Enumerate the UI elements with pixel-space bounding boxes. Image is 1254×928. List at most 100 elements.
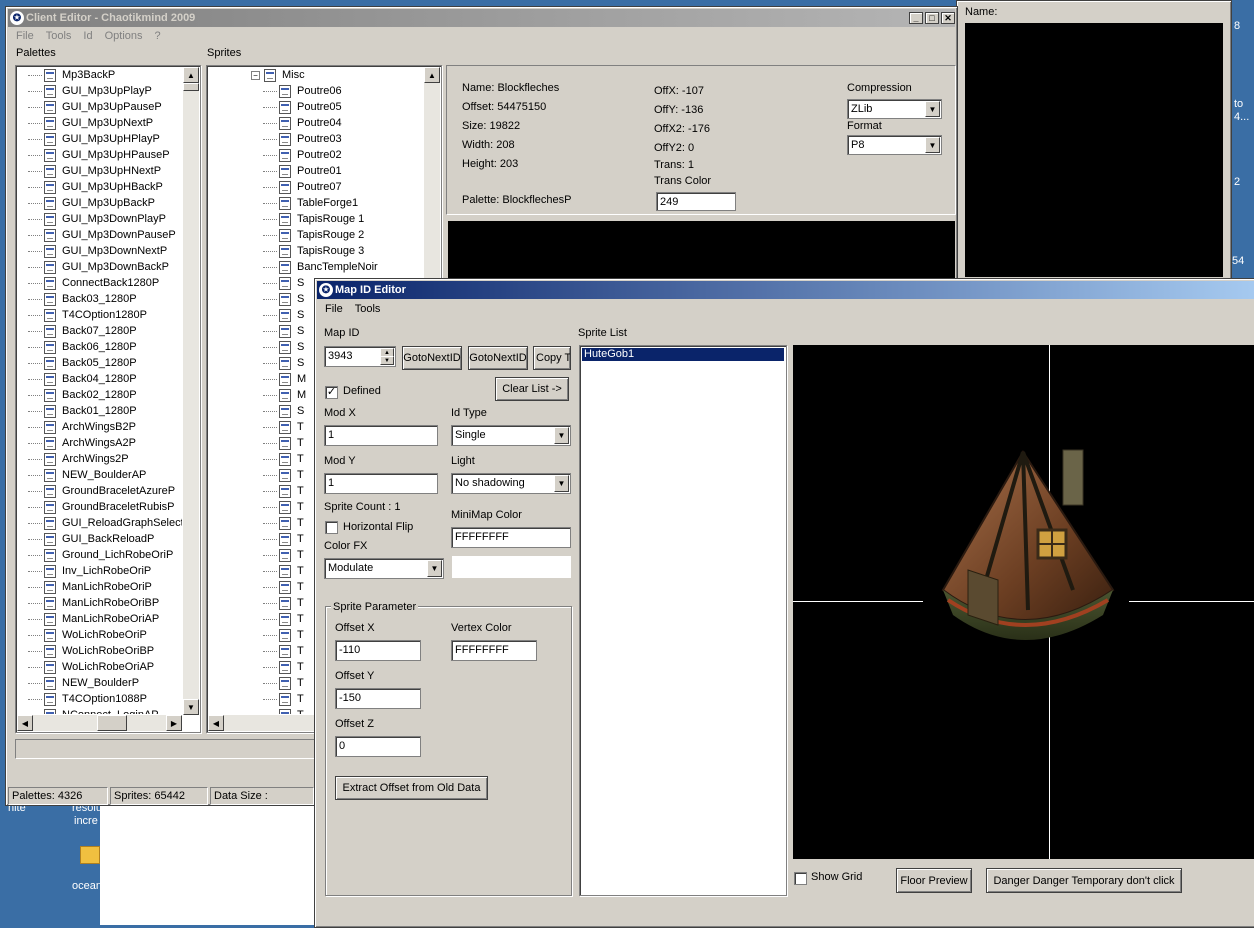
minimize-icon[interactable]: _: [909, 12, 923, 24]
folder-icon[interactable]: [80, 846, 100, 864]
palette-item[interactable]: GUI_Mp3UpHNextP: [28, 163, 161, 179]
menu-file[interactable]: File: [10, 30, 40, 42]
maximize-icon[interactable]: □: [925, 12, 939, 24]
sprite-item[interactable]: BancTempleNoir: [263, 259, 378, 275]
sprite-item[interactable]: T: [263, 467, 304, 483]
sprite-item[interactable]: Poutre06: [263, 83, 342, 99]
palette-item[interactable]: GUI_Mp3UpBackP: [28, 195, 155, 211]
palette-item[interactable]: ManLichRobeOriP: [28, 579, 152, 595]
palette-item[interactable]: GUI_Mp3UpPlayP: [28, 83, 152, 99]
sprite-item[interactable]: TapisRouge 3: [263, 243, 364, 259]
sprite-item[interactable]: S: [263, 339, 304, 355]
goto-next-id-button-2[interactable]: GotoNextID: [468, 346, 528, 370]
sprite-item[interactable]: T: [263, 547, 304, 563]
sprite-item[interactable]: Poutre05: [263, 99, 342, 115]
sprite-item[interactable]: M: [263, 387, 306, 403]
palette-item[interactable]: WoLichRobeOriAP: [28, 659, 154, 675]
floor-preview-button[interactable]: Floor Preview: [896, 868, 972, 893]
palette-item[interactable]: GUI_Mp3DownPlayP: [28, 211, 166, 227]
map-id-spinner[interactable]: 3943 ▲ ▼: [324, 346, 396, 367]
palette-item[interactable]: ManLichRobeOriBP: [28, 595, 159, 611]
sprite-item[interactable]: T: [263, 563, 304, 579]
palette-item[interactable]: NEW_BoulderAP: [28, 467, 146, 483]
sprite-item[interactable]: Poutre02: [263, 147, 342, 163]
palette-item[interactable]: T4COption1280P: [28, 307, 147, 323]
sprite-item[interactable]: TableForge1: [263, 195, 358, 211]
sprite-list[interactable]: HuteGob1: [579, 345, 787, 896]
sprite-item[interactable]: T: [263, 515, 304, 531]
chevron-down-icon[interactable]: ▼: [554, 475, 569, 492]
id-type-select[interactable]: Single ▼: [451, 425, 571, 446]
palette-item[interactable]: GUI_Mp3DownBackP: [28, 259, 169, 275]
palette-item[interactable]: Back05_1280P: [28, 355, 137, 371]
palette-item[interactable]: ArchWingsB2P: [28, 419, 136, 435]
palette-item[interactable]: GroundBraceletAzureP: [28, 483, 175, 499]
light-select[interactable]: No shadowing ▼: [451, 473, 571, 494]
palette-item[interactable]: ConnectBack1280P: [28, 275, 159, 291]
scroll-left-icon[interactable]: ◀: [17, 715, 33, 731]
sprite-item[interactable]: S: [263, 323, 304, 339]
spin-down-icon[interactable]: ▼: [380, 356, 394, 365]
menu-file[interactable]: File: [319, 303, 349, 315]
palette-item[interactable]: ManLichRobeOriAP: [28, 611, 159, 627]
sprite-item[interactable]: T: [263, 451, 304, 467]
collapse-icon[interactable]: −: [251, 70, 260, 80]
chevron-down-icon[interactable]: ▼: [427, 560, 442, 577]
sprite-item[interactable]: S: [263, 275, 304, 291]
sprite-item[interactable]: TapisRouge 1: [263, 211, 364, 227]
palette-item[interactable]: GUI_BackReloadP: [28, 531, 154, 547]
sprite-item[interactable]: T: [263, 579, 304, 595]
danger-button[interactable]: Danger Danger Temporary don't click: [986, 868, 1182, 893]
palette-item[interactable]: NEW_BoulderP: [28, 675, 139, 691]
palette-item[interactable]: GUI_Mp3DownNextP: [28, 243, 167, 259]
offset-x-input[interactable]: -110: [335, 640, 421, 661]
palette-item[interactable]: Inv_LichRobeOriP: [28, 563, 151, 579]
scroll-up-icon[interactable]: ▲: [183, 67, 199, 83]
sprite-item[interactable]: M: [263, 371, 306, 387]
menu-tools[interactable]: Tools: [349, 303, 387, 315]
sprite-item[interactable]: Poutre01: [263, 163, 342, 179]
sprite-item[interactable]: T: [263, 611, 304, 627]
sprite-item[interactable]: TapisRouge 2: [263, 227, 364, 243]
scroll-right-icon[interactable]: ▶: [166, 715, 182, 731]
horizontal-flip-checkbox[interactable]: [325, 521, 338, 534]
palette-item[interactable]: Back06_1280P: [28, 339, 137, 355]
sprite-item[interactable]: S: [263, 307, 304, 323]
sprite-item[interactable]: T: [263, 499, 304, 515]
sprite-item[interactable]: T: [263, 691, 304, 707]
minimap-color-input[interactable]: FFFFFFFF: [451, 527, 571, 548]
scroll-down-icon[interactable]: ▼: [183, 699, 199, 715]
menu-id[interactable]: Id: [77, 30, 98, 42]
mod-y-input[interactable]: 1: [324, 473, 438, 494]
format-select[interactable]: P8 ▼: [847, 135, 942, 155]
palette-item[interactable]: WoLichRobeOriP: [28, 627, 147, 643]
scroll-left-icon[interactable]: ◀: [208, 715, 224, 731]
sprite-item[interactable]: Poutre03: [263, 131, 342, 147]
palette-item[interactable]: GUI_Mp3DownPauseP: [28, 227, 176, 243]
palette-item[interactable]: T4COption1088P: [28, 691, 147, 707]
scroll-thumb[interactable]: [97, 715, 127, 731]
compression-select[interactable]: ZLib ▼: [847, 99, 942, 119]
sprite-item[interactable]: T: [263, 435, 304, 451]
palettes-tree[interactable]: Mp3BackP GUI_Mp3UpPlayP GUI_Mp3UpPauseP GUI…: [15, 65, 201, 733]
color-fx-select[interactable]: Modulate ▼: [324, 558, 444, 579]
scroll-up-icon[interactable]: ▲: [424, 67, 440, 83]
sprite-item[interactable]: T: [263, 483, 304, 499]
map-preview-canvas[interactable]: [793, 345, 1254, 859]
chevron-down-icon[interactable]: ▼: [925, 137, 940, 153]
trans-color-input[interactable]: 249: [656, 192, 736, 211]
palette-item[interactable]: GroundBraceletRubisP: [28, 499, 175, 515]
chevron-down-icon[interactable]: ▼: [554, 427, 569, 444]
sprite-item[interactable]: T: [263, 595, 304, 611]
palette-item[interactable]: GUI_Mp3UpHPauseP: [28, 147, 170, 163]
show-grid-checkbox[interactable]: [794, 872, 807, 885]
clear-list-button[interactable]: Clear List ->: [495, 377, 569, 401]
sprite-item[interactable]: T: [263, 659, 304, 675]
palettes-vscroll[interactable]: ▲ ▼: [183, 67, 199, 715]
vertex-color-input[interactable]: FFFFFFFF: [451, 640, 537, 661]
chevron-down-icon[interactable]: ▼: [925, 101, 940, 117]
goto-next-id-button[interactable]: GotoNextID: [402, 346, 462, 370]
sprite-item[interactable]: T: [263, 531, 304, 547]
sprite-item[interactable]: Poutre04: [263, 115, 342, 131]
sprite-item[interactable]: T: [263, 419, 304, 435]
